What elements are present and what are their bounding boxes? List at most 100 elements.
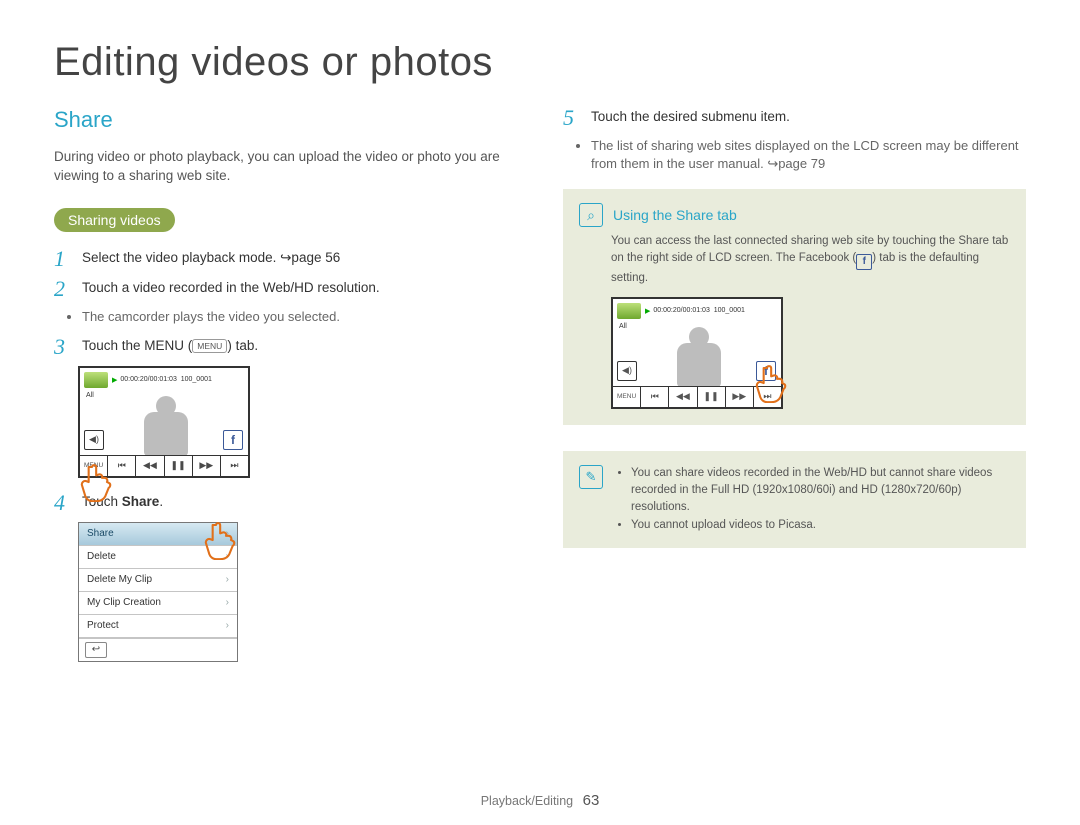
menu-button[interactable]: MENU <box>80 455 108 476</box>
lcd-screen: ▶ 00:00:20/00:01:03 100_0001 All ◀) f ME… <box>611 297 783 409</box>
page-footer: Playback/Editing 63 <box>0 792 1080 809</box>
rewind-button[interactable]: ◀◀ <box>669 386 697 407</box>
facebook-icon: f <box>231 433 235 447</box>
volume-icon: ◀) <box>617 361 637 381</box>
step-number: 5 <box>563 107 579 129</box>
page-ref: ↪page 56 <box>280 250 340 265</box>
note-item: You cannot upload videos to Picasa. <box>631 517 1010 534</box>
right-column: 5 Touch the desired submenu item. The li… <box>563 107 1026 662</box>
menu-item-delete-my-clip[interactable]: Delete My Clip › <box>79 569 237 592</box>
play-indicator-icon: ▶ <box>645 307 650 315</box>
menu-item-label: Protect <box>87 620 119 631</box>
step-number: 4 <box>54 492 70 514</box>
step-text-part: ) tab. <box>227 338 258 353</box>
chevron-right-icon: › <box>226 574 229 585</box>
menu-item-label: My Clip Creation <box>87 597 161 608</box>
lcd-topbar: ▶ 00:00:20/00:01:03 100_0001 <box>112 374 242 386</box>
menu-item-protect[interactable]: Protect › <box>79 615 237 638</box>
forward-button[interactable]: ▶▶ <box>193 455 221 476</box>
step-text-part: Select the video playback mode. <box>82 250 280 265</box>
step-number: 1 <box>54 248 70 270</box>
step-4: 4 Touch Share. <box>54 492 517 514</box>
manual-page: Editing videos or photos Share During vi… <box>0 0 1080 825</box>
step-number: 2 <box>54 278 70 300</box>
menu-item-my-clip-creation[interactable]: My Clip Creation› <box>79 592 237 615</box>
timecode: 00:00:20/00:01:03 <box>653 307 709 314</box>
menu-item-share[interactable]: Share › <box>79 523 237 546</box>
step-text: Touch Share. <box>82 492 517 514</box>
menu-item-label: Delete <box>87 551 116 562</box>
subsection-pill-sharing-videos: Sharing videos <box>54 208 175 232</box>
lcd-screen: ▶ 00:00:20/00:01:03 100_0001 All ◀) f ME… <box>78 366 250 478</box>
step-text-part: . <box>159 494 163 509</box>
rewind-button[interactable]: ◀◀ <box>136 455 164 476</box>
menu-key-icon: MENU <box>192 339 227 353</box>
thumbnail-icon <box>84 372 108 388</box>
video-silhouette <box>659 325 739 385</box>
pause-button[interactable]: ❚❚ <box>698 386 726 407</box>
forward-button[interactable]: ▶▶ <box>726 386 754 407</box>
step-5-bullets: The list of sharing web sites displayed … <box>591 137 1026 173</box>
step-text-part: Touch the MENU ( <box>82 338 192 353</box>
facebook-icon: f <box>764 364 768 378</box>
volume-icon: ◀) <box>84 430 104 450</box>
prev-button[interactable]: ⏮ <box>108 455 136 476</box>
note-callout: ✎ You can share videos recorded in the W… <box>563 451 1026 548</box>
next-button[interactable]: ⏭ <box>221 455 248 476</box>
menu-item-delete[interactable]: Delete › <box>79 546 237 569</box>
step-text: Touch the MENU (MENU) tab. <box>82 336 517 358</box>
bold-label: Share <box>122 494 160 509</box>
facebook-tab[interactable]: f <box>756 361 776 381</box>
intro-text: During video or photo playback, you can … <box>54 147 517 186</box>
menu-figure: Share › Delete › Delete My Clip › My Clip C… <box>78 522 240 662</box>
chevron-right-icon: › <box>226 551 229 562</box>
chevron-right-icon: › <box>226 528 229 539</box>
timecode: 00:00:20/00:01:03 <box>120 376 176 383</box>
magnifier-icon: ⌕ <box>579 203 603 227</box>
menu-button[interactable]: MENU <box>613 386 641 407</box>
menu-item-label: Delete My Clip <box>87 574 152 585</box>
step-text-part: Touch <box>82 494 122 509</box>
menu-item-label: Share <box>87 528 114 539</box>
step-2-bullets: The camcorder plays the video you select… <box>82 308 517 326</box>
menu-list: Share › Delete › Delete My Clip › My Clip C… <box>78 522 238 662</box>
info-title: Using the Share tab <box>613 207 737 223</box>
all-label: All <box>86 392 94 399</box>
prev-button[interactable]: ⏮ <box>641 386 669 407</box>
lcd-figure-menu-touch: ▶ 00:00:20/00:01:03 100_0001 All ◀) f ME… <box>78 366 250 478</box>
step-text: Select the video playback mode. ↪page 56 <box>82 248 517 270</box>
page-number: 63 <box>583 792 600 809</box>
bullet: The camcorder plays the video you select… <box>82 308 517 326</box>
next-button[interactable]: ⏭ <box>754 386 781 407</box>
page-title: Editing videos or photos <box>54 40 1026 85</box>
facebook-inline-icon: f <box>856 254 872 270</box>
page-ref: ↪page 79 <box>767 156 825 171</box>
lcd-controlbar: MENU ⏮ ◀◀ ❚❚ ▶▶ ⏭ <box>613 386 781 407</box>
section-heading-share: Share <box>54 107 517 133</box>
clip-name: 100_0001 <box>714 307 745 314</box>
pause-button[interactable]: ❚❚ <box>165 455 193 476</box>
step-text: Touch a video recorded in the Web/HD res… <box>82 278 517 300</box>
left-column: Share During video or photo playback, yo… <box>54 107 517 662</box>
chevron-right-icon: › <box>226 620 229 631</box>
play-indicator-icon: ▶ <box>112 376 117 384</box>
thumbnail-icon <box>617 303 641 319</box>
info-callout-share-tab: ⌕ Using the Share tab You can access the… <box>563 189 1026 425</box>
step-3: 3 Touch the MENU (MENU) tab. <box>54 336 517 358</box>
note-list: You can share videos recorded in the Web… <box>615 465 1010 534</box>
video-silhouette <box>126 394 206 454</box>
bullet: The list of sharing web sites displayed … <box>591 137 1026 173</box>
info-body: You can access the last connected sharin… <box>611 233 1010 287</box>
all-label: All <box>619 323 627 330</box>
footer-section: Playback/Editing <box>481 794 573 808</box>
step-number: 3 <box>54 336 70 358</box>
lcd-topbar: ▶ 00:00:20/00:01:03 100_0001 <box>645 305 775 317</box>
menu-back-row: ↩ <box>79 638 237 661</box>
lcd-controlbar: MENU ⏮ ◀◀ ❚❚ ▶▶ ⏭ <box>80 455 248 476</box>
step-5: 5 Touch the desired submenu item. <box>563 107 1026 129</box>
facebook-tab[interactable]: f <box>223 430 243 450</box>
two-column-layout: Share During video or photo playback, yo… <box>54 107 1026 662</box>
step-1: 1 Select the video playback mode. ↪page … <box>54 248 517 270</box>
note-item: You can share videos recorded in the Web… <box>631 465 1010 517</box>
back-button[interactable]: ↩ <box>85 642 107 658</box>
